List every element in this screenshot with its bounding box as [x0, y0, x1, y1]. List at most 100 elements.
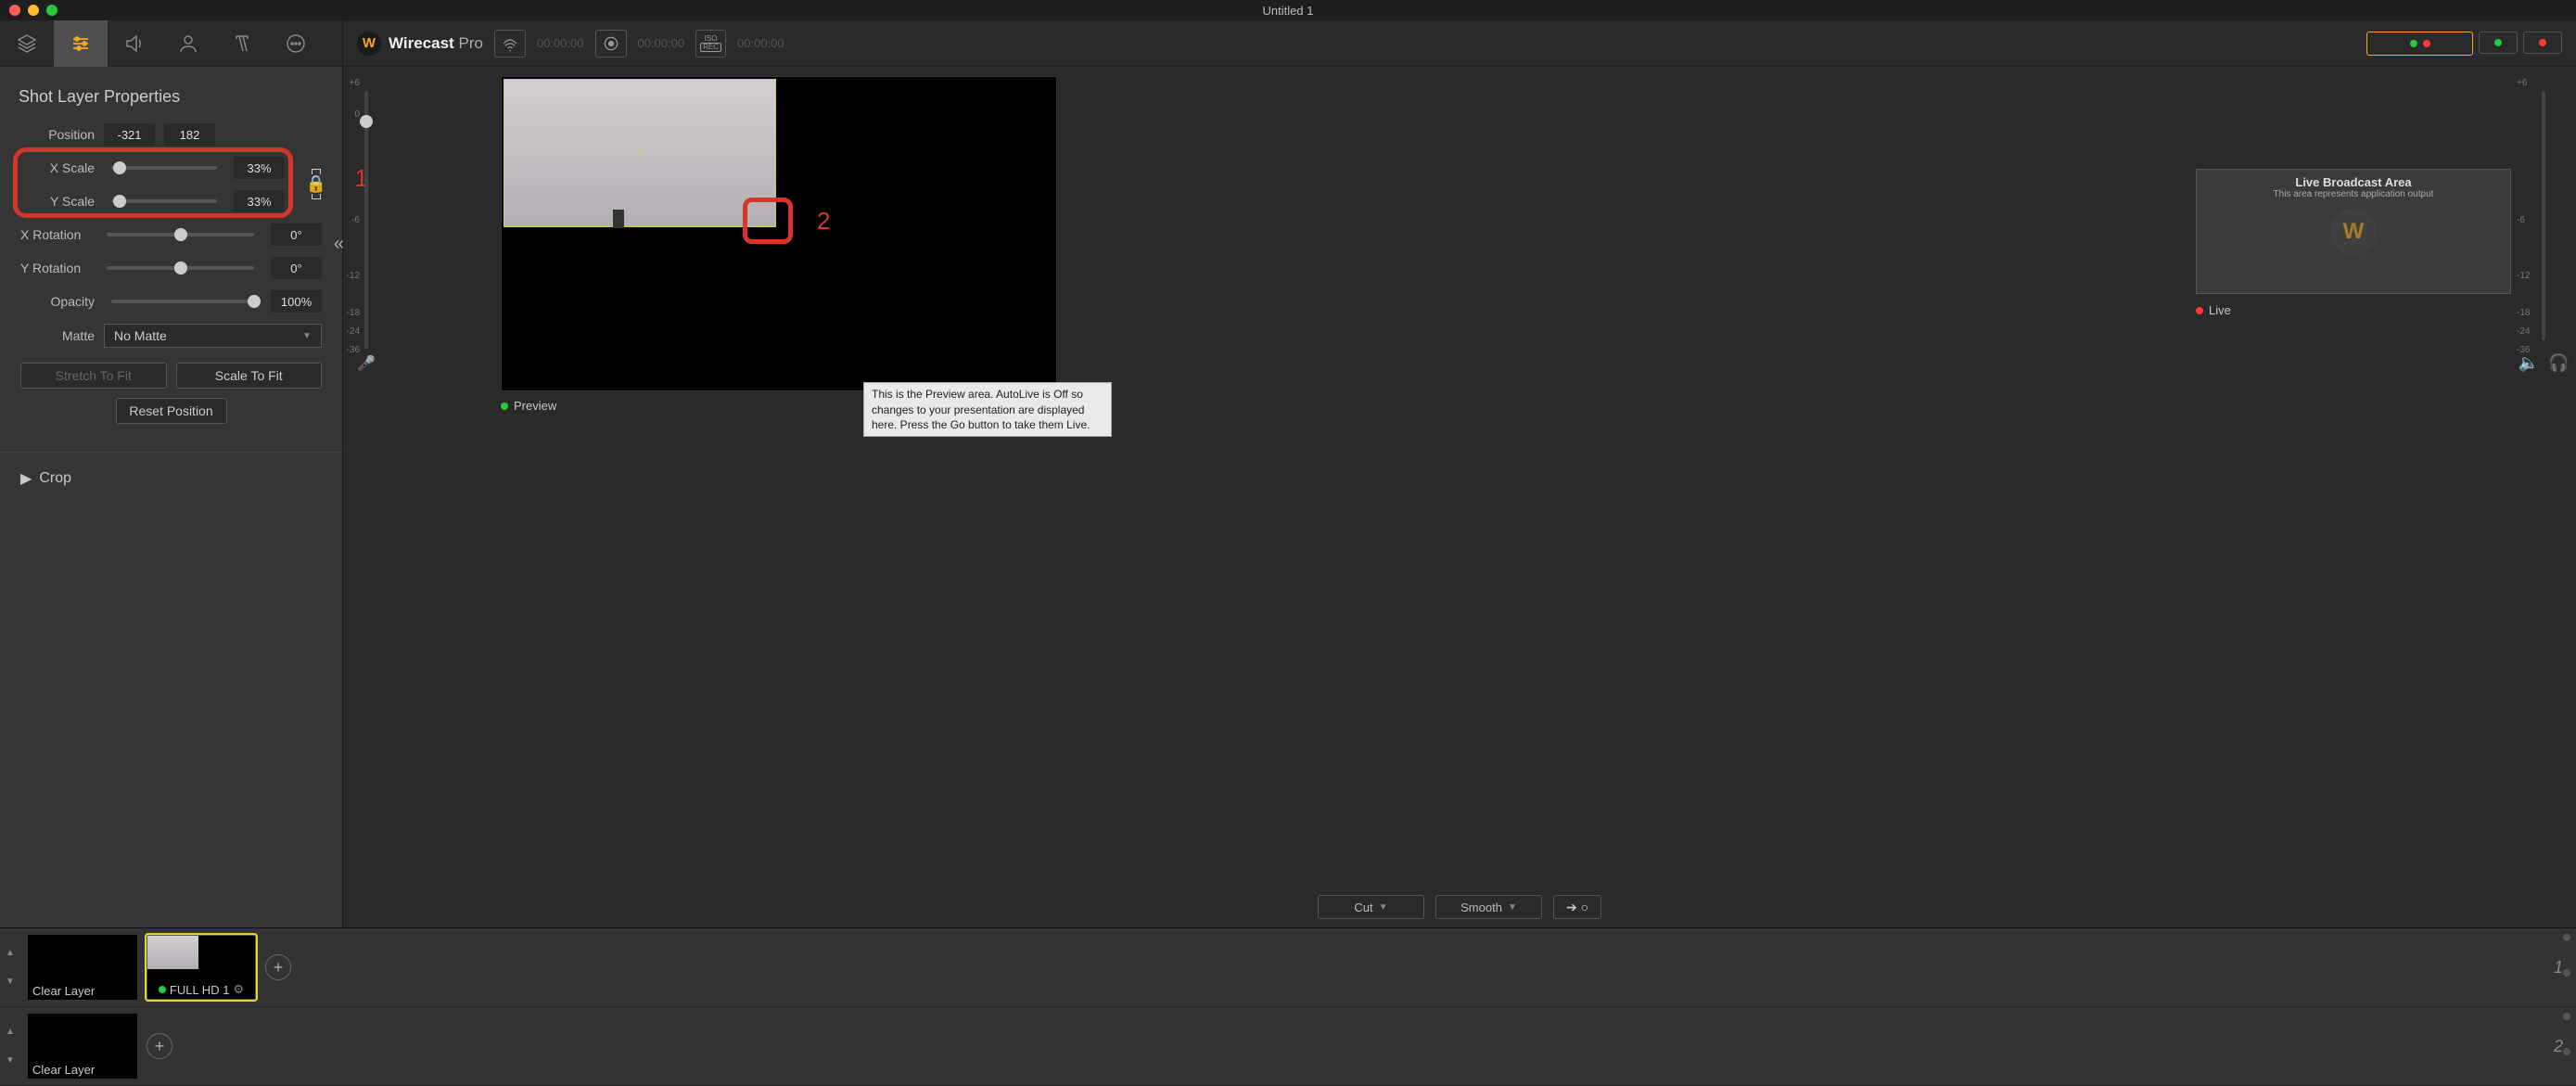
window-title: Untitled 1 — [1263, 4, 1314, 18]
tab-text[interactable] — [215, 20, 269, 67]
xscale-value[interactable]: 33% — [234, 157, 285, 179]
yrot-row: Y Rotation 0° — [0, 251, 342, 285]
rec-label: REC — [700, 43, 721, 52]
sidebar-tabs — [0, 20, 342, 67]
xrot-value[interactable]: 0° — [271, 224, 322, 246]
tab-audio[interactable] — [108, 20, 161, 67]
preview-column: ✶ 2 This is the Preview area. AutoLive i… — [389, 76, 2196, 887]
opacity-slider[interactable] — [111, 300, 254, 303]
status-pill-3[interactable] — [2523, 32, 2562, 54]
matte-select[interactable]: No Matte ▼ — [104, 324, 322, 348]
yscale-value[interactable]: 33% — [234, 190, 285, 212]
iso-label: ISO — [705, 35, 718, 43]
preview-shot-frame[interactable]: ✶ — [504, 79, 776, 227]
wirecast-watermark-icon: W — [2330, 209, 2377, 255]
headphones-icon[interactable]: 🎧 — [2548, 353, 2569, 373]
layer-number: 1 — [2554, 958, 2563, 977]
tab-layers[interactable] — [0, 20, 54, 67]
preview-audio-meter: +6 0 -6 -12 -18 -24 -36 🎤 — [343, 76, 389, 373]
xrot-row: X Rotation 0° — [0, 218, 342, 251]
layers-panel: ▲▼ Clear Layer FULL HD 1 ⚙ + 1 ▲▼ Clear … — [0, 927, 2576, 1085]
transition-smooth-select[interactable]: Smooth▼ — [1435, 895, 1542, 919]
layer-row-2: ▲▼ Clear Layer + 2 — [0, 1007, 2576, 1086]
chevron-down-icon: ▼ — [1508, 902, 1517, 913]
preview-volume-slider[interactable] — [364, 91, 368, 349]
chevron-down-icon: ▼ — [302, 331, 312, 341]
add-shot-button[interactable]: + — [147, 1033, 172, 1059]
live-title: Live Broadcast Area — [2295, 175, 2411, 189]
brand-name: Wirecast — [389, 34, 454, 52]
live-volume-slider[interactable] — [2542, 91, 2545, 340]
minimize-window-button[interactable] — [28, 5, 39, 16]
live-broadcast-frame: Live Broadcast Area This area represents… — [2196, 169, 2511, 294]
brand-suffix: Pro — [454, 34, 483, 52]
red-dot-icon — [2196, 307, 2203, 314]
chevron-down-icon: ▼ — [1379, 902, 1388, 913]
yrot-slider[interactable] — [107, 266, 254, 270]
layer-reorder-arrows[interactable]: ▲▼ — [6, 948, 19, 987]
record-button[interactable] — [595, 30, 627, 57]
yrot-label: Y Rotation — [20, 261, 90, 275]
iso-timecode: 00:00:00 — [737, 36, 784, 50]
opacity-row: Opacity 100% — [0, 285, 342, 318]
stretch-to-fit-button[interactable]: Stretch To Fit — [20, 363, 167, 389]
stream-button[interactable] — [494, 30, 526, 57]
status-pill-1[interactable] — [2366, 32, 2473, 56]
position-label: Position — [20, 127, 95, 142]
add-shot-button[interactable]: + — [265, 954, 291, 980]
shot-object — [613, 210, 624, 228]
green-dot-icon — [159, 986, 166, 993]
xrot-slider[interactable] — [107, 233, 254, 236]
crop-section[interactable]: ▶ Crop — [0, 452, 342, 505]
iso-record-button[interactable]: ISO REC — [695, 30, 726, 57]
xrot-label: X Rotation — [20, 227, 90, 242]
status-pill-2[interactable] — [2479, 32, 2518, 54]
reset-position-button[interactable]: Reset Position — [116, 398, 227, 424]
zoom-window-button[interactable] — [46, 5, 57, 16]
xscale-label: X Scale — [20, 160, 95, 175]
status-pills — [2366, 32, 2562, 56]
go-button[interactable]: ➔ ○ — [1553, 895, 1601, 919]
preview-canvas[interactable]: ✶ 2 This is the Preview area. AutoLive i… — [501, 76, 1057, 391]
yscale-slider[interactable] — [111, 199, 217, 203]
annotation-box-2 — [743, 198, 793, 244]
preview-label: Preview — [501, 399, 2196, 413]
speaker-icon[interactable]: 🔈 — [2519, 353, 2539, 373]
tab-more[interactable] — [269, 20, 323, 67]
opacity-value[interactable]: 100% — [271, 290, 322, 313]
layer-dot[interactable] — [2563, 1048, 2570, 1055]
window-controls — [0, 5, 57, 16]
layer-dot[interactable] — [2563, 969, 2570, 977]
crop-label: Crop — [39, 470, 71, 487]
properties-sidebar: Shot Layer Properties Position -321 182 … — [0, 20, 343, 927]
layer-number: 2 — [2554, 1037, 2563, 1056]
yrot-value[interactable]: 0° — [271, 257, 322, 279]
stream-timecode: 00:00:00 — [537, 36, 584, 50]
center-handle-icon[interactable]: ✶ — [636, 148, 644, 159]
layer-dot[interactable] — [2563, 934, 2570, 941]
live-audio-meter: +6 -6 -12 -18 -24 -36 🔈 🎧 — [2511, 76, 2576, 373]
record-timecode: 00:00:00 — [638, 36, 685, 50]
app-brand: W Wirecast Pro — [357, 32, 483, 56]
position-y-field[interactable]: 182 — [164, 123, 215, 146]
clear-layer-thumb[interactable]: Clear Layer — [28, 1014, 137, 1079]
opacity-label: Opacity — [20, 294, 95, 309]
tab-person[interactable] — [161, 20, 215, 67]
clear-layer-label: Clear Layer — [28, 982, 137, 1000]
layer-reorder-arrows[interactable]: ▲▼ — [6, 1027, 19, 1066]
matte-row: Matte No Matte ▼ — [0, 318, 342, 353]
transition-cut-select[interactable]: Cut▼ — [1318, 895, 1424, 919]
gear-icon[interactable]: ⚙ — [233, 982, 244, 997]
close-window-button[interactable] — [9, 5, 20, 16]
position-x-field[interactable]: -321 — [104, 123, 155, 146]
scale-lock[interactable]: 🔒 — [298, 151, 335, 216]
clear-layer-thumb[interactable]: Clear Layer — [28, 935, 137, 1000]
mic-icon: 🎤 — [357, 354, 376, 373]
lock-icon: 🔒 — [306, 174, 326, 194]
shot-thumb-fullhd1[interactable]: FULL HD 1 ⚙ — [147, 935, 256, 1000]
layer-dot[interactable] — [2563, 1013, 2570, 1020]
scale-to-fit-button[interactable]: Scale To Fit — [176, 363, 323, 389]
tab-properties[interactable] — [54, 20, 108, 67]
matte-label: Matte — [20, 328, 95, 343]
xscale-slider[interactable] — [111, 166, 217, 170]
